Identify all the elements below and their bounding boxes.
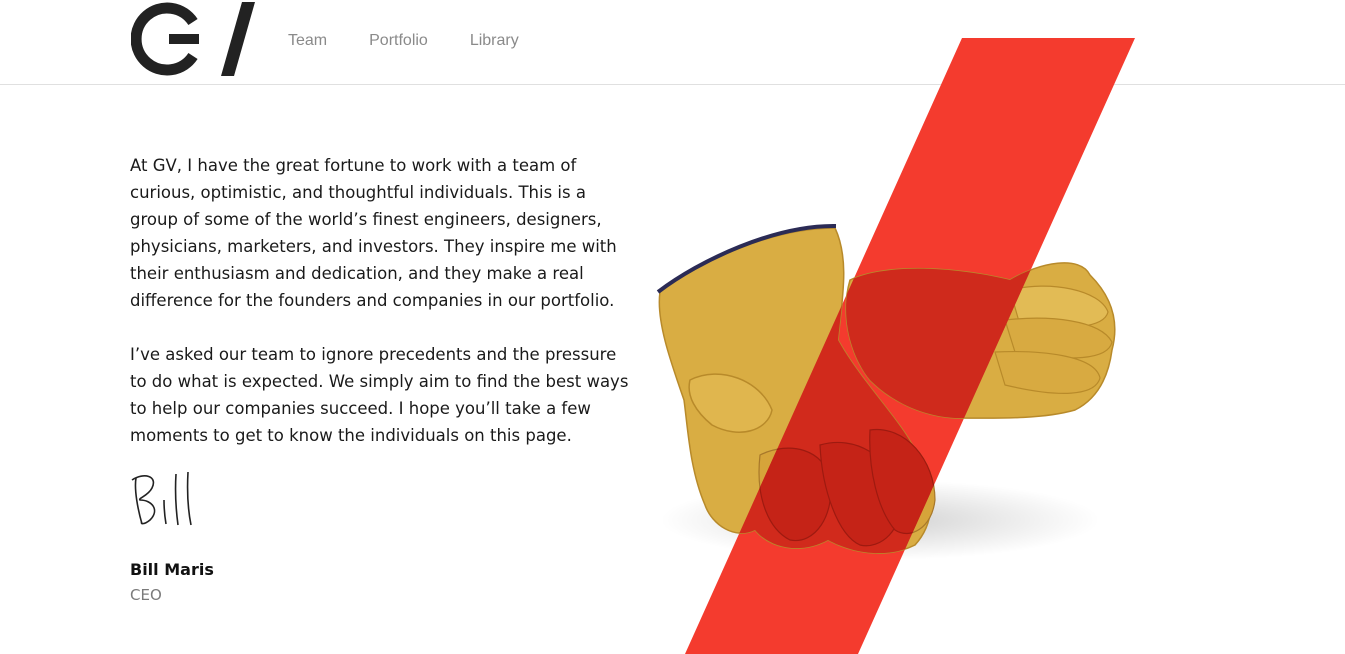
red-stripe (685, 38, 1135, 654)
site-header: Team Portfolio Library (0, 0, 1345, 85)
nav-item-portfolio[interactable]: Portfolio (369, 31, 428, 51)
main-nav: Team Portfolio Library (288, 31, 561, 51)
gloves-red-overlay (685, 228, 1115, 554)
gv-logo[interactable] (130, 0, 257, 78)
intro-paragraph: At GV, I have the great fortune to work … (130, 156, 617, 310)
gloves (656, 223, 1116, 554)
glove-shadow (660, 480, 1100, 560)
intro-paragraph: I’ve asked our team to ignore precedents… (130, 345, 629, 445)
nav-item-library[interactable]: Library (470, 31, 519, 51)
author-title: CEO (130, 586, 162, 604)
page: Team Portfolio Library At GV, I have the… (0, 0, 1345, 654)
intro-letter: At GV, I have the great fortune to work … (130, 152, 630, 476)
nav-item-team[interactable]: Team (288, 31, 327, 51)
ceo-signature (131, 471, 192, 526)
gv-logo-mark (130, 2, 255, 76)
author-name: Bill Maris (130, 560, 214, 579)
